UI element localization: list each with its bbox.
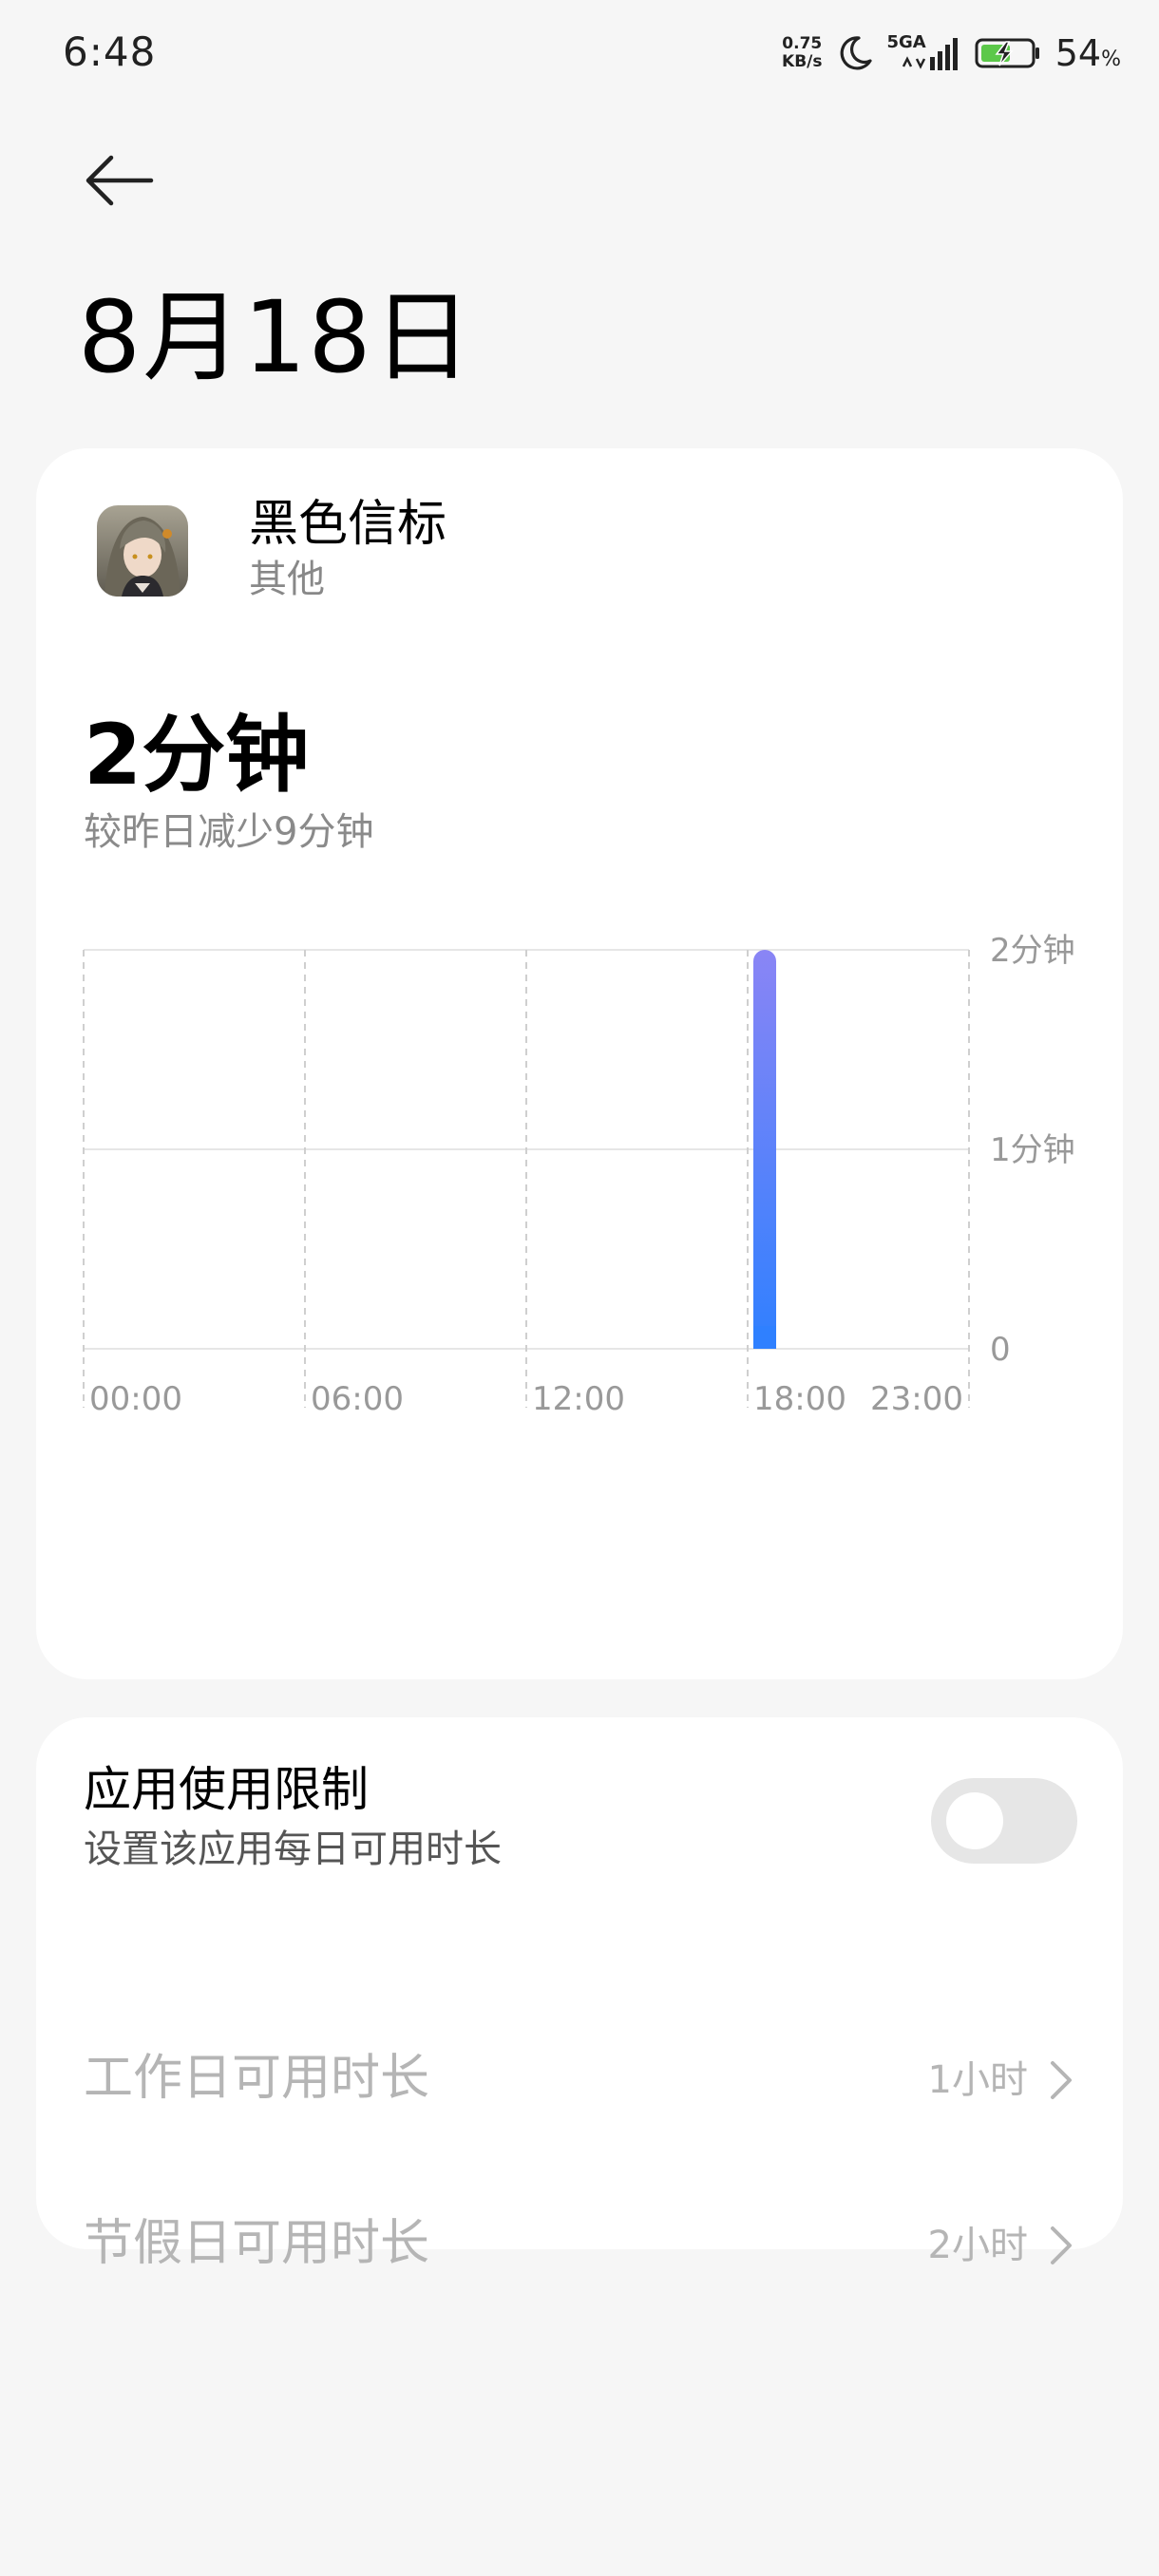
chart-bars [753, 950, 776, 1349]
y-tick-label: 1分钟 [990, 1131, 1075, 1169]
workday-limit-value: 1小时 [927, 2058, 1028, 2102]
usage-bar-base [753, 1326, 776, 1349]
y-tick-label: 0 [990, 1331, 1011, 1369]
chevron-right-icon [1051, 2226, 1072, 2264]
chevron-right-icon [1051, 2061, 1072, 2099]
network-speed: 0.75 KB/s [782, 35, 822, 71]
limits-card: 应用使用限制 设置该应用每日可用时长 工作日可用时长 1小时 节假日可用时长 2… [36, 1717, 1123, 2272]
holiday-limit-value: 2小时 [927, 2224, 1028, 2267]
signal-bars-icon [902, 38, 958, 70]
x-tick-label: 18:00 [753, 1380, 846, 1418]
x-tick-label: 12:00 [532, 1380, 625, 1418]
status-bar: 6:48 0.75 KB/s 5GA 54% [0, 0, 1159, 104]
battery-percent-sign: % [1101, 47, 1121, 71]
holiday-limit-label: 节假日可用时长 [84, 2215, 430, 2272]
network-speed-value: 0.75 [782, 34, 823, 53]
holiday-limit-row[interactable]: 节假日可用时长 2小时 [36, 2168, 1123, 2320]
limit-subtitle: 设置该应用每日可用时长 [84, 1828, 502, 1871]
usage-card: 黑色信标 其他 2分钟 较昨日减少9分钟 2分钟 1分钟 0 00:00 06:00 1… [36, 448, 1123, 1679]
workday-limit-label: 工作日可用时长 [84, 2050, 430, 2107]
usage-chart: 2分钟 1分钟 0 00:00 06:00 12:00 18:00 23:00 [83, 932, 1075, 1418]
x-tick-label: 23:00 [870, 1380, 963, 1418]
x-tick-label: 06:00 [311, 1380, 404, 1418]
usage-limit-toggle[interactable] [931, 1778, 1077, 1864]
workday-limit-row[interactable]: 工作日可用时长 1小时 [36, 2002, 1123, 2154]
moon-icon [840, 36, 872, 70]
back-button[interactable] [76, 142, 162, 218]
network-speed-unit: KB/s [782, 52, 823, 71]
cellular-signal: 5GA [887, 34, 960, 72]
toggle-knob [946, 1792, 1003, 1849]
status-icons: 0.75 KB/s 5GA 54% [782, 28, 1121, 78]
chart-grid [83, 949, 970, 1408]
battery-level: 54% [1055, 32, 1121, 74]
y-tick-label: 2分钟 [990, 932, 1075, 970]
usage-bar [753, 950, 776, 1349]
x-tick-label: 00:00 [89, 1380, 182, 1418]
status-time: 6:48 [63, 28, 157, 75]
chart-y-labels: 2分钟 1分钟 0 [990, 932, 1075, 1369]
page-title: 8月18日 [78, 279, 474, 395]
battery-charging-icon [975, 38, 1039, 68]
arrow-left-icon [86, 155, 154, 206]
limit-title: 应用使用限制 [84, 1762, 369, 1817]
battery-percent: 54 [1054, 32, 1102, 74]
